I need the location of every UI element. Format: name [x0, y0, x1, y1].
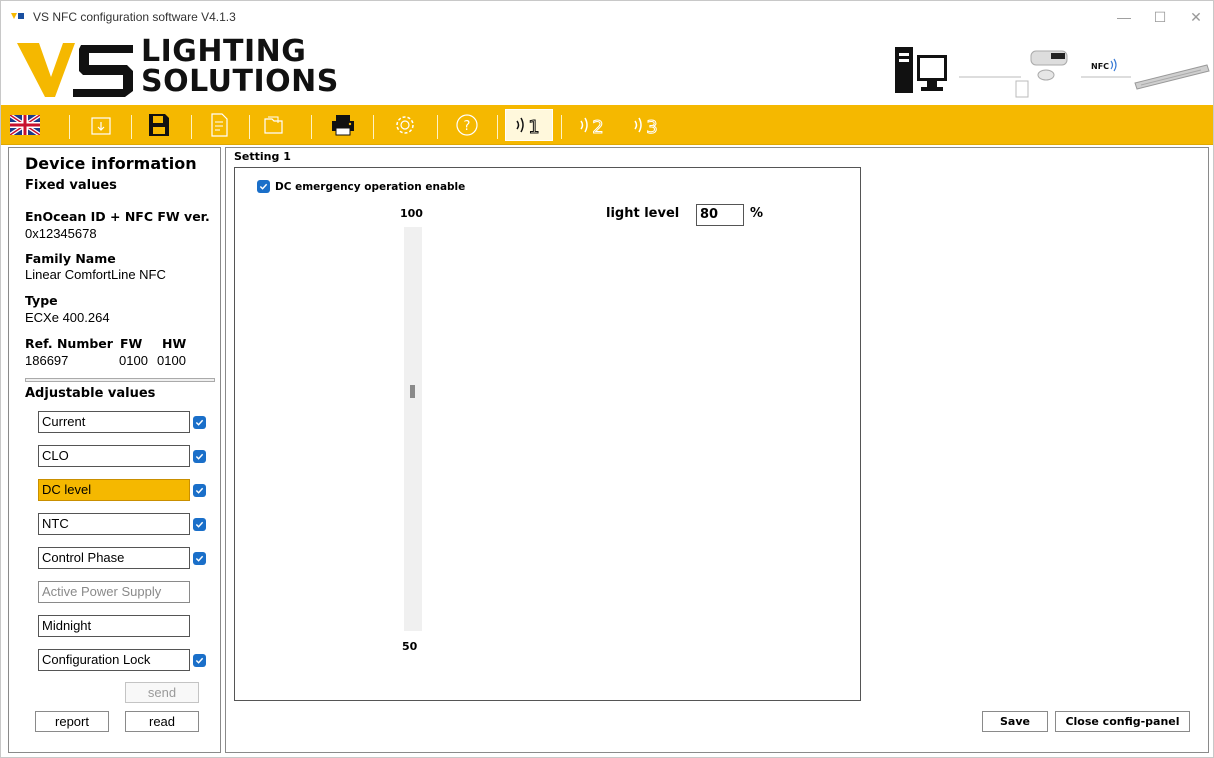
enocean-label: EnOcean ID + NFC FW ver.: [25, 209, 210, 224]
setting-title: Setting 1: [234, 150, 291, 163]
ntc-field[interactable]: NTC: [38, 513, 190, 535]
fixed-values-heading: Fixed values: [25, 178, 117, 193]
ref-number-value: 186697: [25, 353, 69, 368]
fw-value: 0100: [119, 353, 148, 368]
svg-text:NFC: NFC: [1091, 62, 1109, 71]
slider-max-label: 100: [400, 207, 423, 220]
section-divider: [25, 378, 215, 382]
type-value: ECXe 400.264: [25, 310, 110, 325]
svg-text:1: 1: [528, 117, 539, 137]
control-phase-field[interactable]: Control Phase: [38, 547, 190, 569]
send-button[interactable]: send: [125, 682, 199, 703]
close-button[interactable]: ✕: [1183, 7, 1209, 27]
current-checkbox[interactable]: [193, 416, 206, 429]
dc-level-checkbox[interactable]: [193, 484, 206, 497]
light-level-slider[interactable]: [404, 227, 422, 631]
setting-group: DC emergency operation enable 100 50 lig…: [234, 167, 861, 701]
report-button[interactable]: report: [35, 711, 109, 732]
led-driver-icon: [1134, 64, 1210, 90]
import-icon: [91, 117, 111, 135]
app-logo-icon: [11, 13, 24, 19]
configuration-lock-field[interactable]: Configuration Lock: [38, 649, 190, 671]
computer-icon: [895, 47, 947, 93]
family-name-label: Family Name: [25, 251, 116, 266]
svg-text:2: 2: [592, 117, 603, 137]
ntc-checkbox[interactable]: [193, 518, 206, 531]
uk-flag-icon: [10, 115, 40, 135]
control-phase-checkbox[interactable]: [193, 552, 206, 565]
settings-gear-icon: [396, 116, 414, 134]
minimize-button[interactable]: —: [1111, 7, 1137, 27]
enocean-value: 0x12345678: [25, 226, 97, 241]
help-button[interactable]: ?: [449, 109, 485, 141]
family-name-value: Linear ComfortLine NFC: [25, 267, 166, 282]
maximize-button[interactable]: ☐: [1147, 7, 1173, 27]
import-button[interactable]: [83, 109, 119, 141]
configuration-lock-checkbox[interactable]: [193, 654, 206, 667]
new-document-icon: [211, 113, 228, 137]
slider-thumb[interactable]: [410, 385, 415, 398]
window-title: VS NFC configuration software V4.1.3: [33, 10, 236, 24]
sensor-device-icon: [1030, 50, 1068, 81]
print-button[interactable]: [325, 109, 361, 141]
header-banner: LIGHTING SOLUTIONS NFC: [1, 33, 1213, 105]
light-level-input[interactable]: 80: [696, 204, 744, 226]
smartphone-icon: [1015, 80, 1029, 98]
nfc-3-icon: 3: [634, 117, 658, 137]
hw-value: 0100: [157, 353, 186, 368]
active-power-supply-field: Active Power Supply: [38, 581, 190, 603]
save-icon: [149, 114, 169, 136]
brand-name: LIGHTING SOLUTIONS: [141, 34, 339, 99]
adjustable-values-heading: Adjustable values: [25, 386, 156, 401]
nfc-setting-2-tab[interactable]: 2: [569, 109, 617, 141]
open-button[interactable]: [257, 109, 293, 141]
device-info-panel: Device information Fixed values EnOcean …: [8, 147, 221, 753]
type-label: Type: [25, 293, 58, 308]
nfc-setting-1-tab[interactable]: 1: [505, 109, 553, 141]
save-toolbar-button[interactable]: [141, 109, 177, 141]
svg-text:?: ?: [464, 119, 471, 134]
dc-level-field[interactable]: DC level: [38, 479, 190, 501]
language-button[interactable]: [7, 109, 43, 141]
dc-emergency-label: DC emergency operation enable: [275, 180, 466, 193]
settings-button[interactable]: [387, 109, 423, 141]
app-window: VS NFC configuration software V4.1.3 — ☐…: [0, 0, 1214, 758]
light-level-label: light level: [606, 206, 680, 221]
current-field[interactable]: Current: [38, 411, 190, 433]
nfc-setting-3-tab[interactable]: 3: [623, 109, 671, 141]
dc-emergency-enable[interactable]: DC emergency operation enable: [257, 180, 465, 193]
slider-min-label: 50: [402, 640, 418, 653]
fw-label: FW: [120, 336, 143, 351]
save-button[interactable]: Save: [982, 711, 1048, 732]
device-illustration: NFC: [895, 47, 1210, 98]
nfc-2-icon: 2: [580, 117, 604, 137]
vs-logo-icon: [17, 43, 133, 97]
print-icon: [332, 115, 354, 136]
hw-label: HW: [162, 336, 187, 351]
ref-number-label: Ref. Number: [25, 336, 113, 351]
dc-emergency-checkbox[interactable]: [257, 180, 270, 193]
help-icon: ?: [456, 114, 478, 136]
new-document-button[interactable]: [201, 109, 237, 141]
light-level-unit: %: [750, 206, 764, 221]
open-folder-icon: [264, 116, 283, 134]
toolbar: ? 1 2 3: [1, 105, 1213, 145]
clo-field[interactable]: CLO: [38, 445, 190, 467]
config-panel: Setting 1 DC emergency operation enable …: [225, 147, 1209, 753]
midnight-field[interactable]: Midnight: [38, 615, 190, 637]
close-config-panel-button[interactable]: Close config-panel: [1055, 711, 1190, 732]
clo-checkbox[interactable]: [193, 450, 206, 463]
nfc-icon: NFC: [1091, 58, 1117, 72]
svg-text:3: 3: [646, 117, 657, 137]
device-info-title: Device information: [25, 154, 197, 173]
title-bar: VS NFC configuration software V4.1.3 — ☐…: [1, 1, 1213, 33]
read-button[interactable]: read: [125, 711, 199, 732]
nfc-1-icon: 1: [516, 117, 540, 137]
